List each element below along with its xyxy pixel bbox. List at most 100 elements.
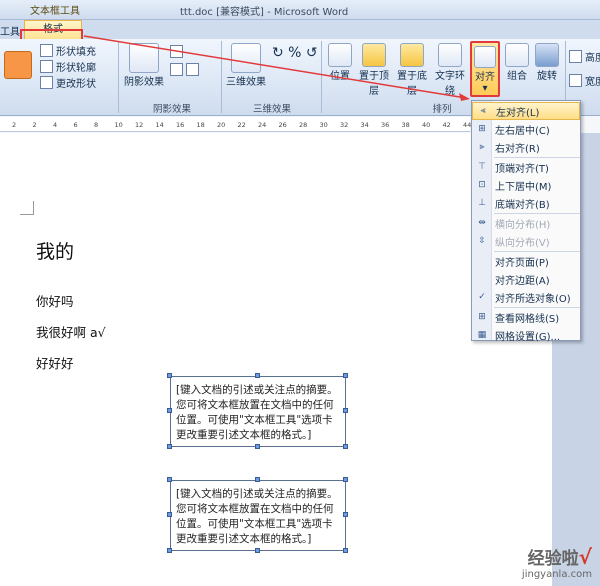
menu-item-align-left[interactable]: ⫷ 左对齐(L)	[472, 102, 580, 120]
menu-item-label: 网格设置(G)...	[495, 331, 561, 343]
resize-handle[interactable]	[343, 373, 348, 378]
rotate-button[interactable]: 旋转	[533, 43, 561, 82]
3d-effects-label: 三维效果	[226, 77, 266, 88]
ribbon-tabs: 工具 格式	[0, 20, 600, 57]
height-icon	[569, 50, 582, 63]
quote-textbox[interactable]: [键入文档的引述或关注点的摘要。您可将文本框放置在文档中的任何位置。可使用"文本…	[170, 480, 346, 551]
align-right-icon: ⫸	[479, 142, 485, 152]
watermark: 经验啦√ jingyanla.com	[522, 544, 592, 580]
menu-item-align-bottom[interactable]: ⊥ 底端对齐(B)	[472, 194, 580, 212]
resize-handle[interactable]	[167, 477, 172, 482]
resize-handle[interactable]	[255, 477, 260, 482]
ruler-tick: 38	[401, 121, 410, 129]
resize-handle[interactable]	[167, 444, 172, 449]
resize-handle[interactable]	[167, 548, 172, 553]
3d-effects-button[interactable]: 三维效果	[226, 43, 266, 88]
ruler-tick: 22	[237, 121, 246, 129]
send-to-back-button[interactable]: 置于底层	[394, 43, 430, 97]
group-label: 组合	[507, 71, 527, 82]
ruler-tick: 16	[176, 121, 185, 129]
document-page[interactable]: 我的 你好吗 我很好啊 a√ 好好好 [键入文档的引述或关注点的摘要。您可将文本…	[0, 133, 552, 586]
resize-handle[interactable]	[343, 477, 348, 482]
menu-item-label: 右对齐(R)	[495, 143, 540, 155]
width-field[interactable]: 宽度	[569, 73, 600, 88]
resize-handle[interactable]	[343, 548, 348, 553]
doc-line[interactable]: 你好吗	[36, 291, 74, 310]
doc-line[interactable]: 我很好啊 a√	[36, 322, 106, 341]
bring-front-label: 置于顶层	[359, 71, 389, 97]
menu-item-align-middle[interactable]: ⊡ 上下居中(M)	[472, 176, 580, 194]
ruler-tick: 12	[135, 121, 144, 129]
ruler-tick: 18	[196, 121, 205, 129]
shape-fill-button[interactable]: 形状填充	[40, 43, 96, 58]
shadow-nudge-controls[interactable]	[170, 45, 183, 58]
chevron-down-icon: ▾	[482, 83, 488, 94]
resize-handle[interactable]	[255, 373, 260, 378]
menu-item-align-center[interactable]: ⊞ 左右居中(C)	[472, 120, 580, 138]
menu-item-grid-settings[interactable]: ▦ 网格设置(G)...	[472, 326, 580, 344]
shadow-nudge-sides[interactable]	[170, 63, 199, 76]
align-dropdown-menu: ⫷ 左对齐(L) ⊞ 左右居中(C) ⫸ 右对齐(R) ⊤ 顶端对齐(T) ⊡ …	[471, 100, 581, 344]
check-icon: √	[578, 545, 592, 569]
resize-handle[interactable]	[343, 512, 348, 517]
group-button[interactable]: 组合	[503, 43, 531, 82]
shadow-effects-label: 阴影效果	[124, 77, 164, 88]
align-button[interactable]: 对齐 ▾	[470, 41, 500, 97]
context-tab-label: 文本框工具	[30, 6, 80, 17]
menu-item-label: 横向分布(H)	[495, 219, 551, 231]
shadow-effects-button[interactable]: 阴影效果	[124, 43, 164, 88]
shadow-group-label: 阴影效果	[152, 104, 191, 115]
resize-handle[interactable]	[343, 444, 348, 449]
resize-handle[interactable]	[255, 444, 260, 449]
tab-tools[interactable]: 工具	[0, 23, 20, 38]
wrap-text-button[interactable]: 文字环绕	[432, 43, 468, 97]
paint-bucket-icon	[40, 44, 53, 57]
ruler-tick: 10	[114, 121, 123, 129]
position-button[interactable]: 位置	[326, 43, 354, 82]
resize-handle[interactable]	[167, 408, 172, 413]
resize-handle[interactable]	[255, 548, 260, 553]
ruler-tick: 20	[217, 121, 226, 129]
gridlines-icon: ⊞	[478, 312, 486, 322]
quote-textbox[interactable]: [键入文档的引述或关注点的摘要。您可将文本框放置在文档中的任何位置。可使用"文本…	[170, 376, 346, 447]
title-bar: 文本框工具 ttt.doc [兼容模式] - Microsoft Word	[0, 0, 600, 20]
shapes-icon	[40, 76, 53, 89]
ruler-tick: 42	[442, 121, 451, 129]
shape-outline-button[interactable]: 形状轮廓	[40, 59, 96, 74]
nudge-right-icon	[186, 63, 199, 76]
menu-item-align-margin[interactable]: 对齐边距(A)	[472, 270, 580, 288]
width-label: 宽度	[585, 77, 600, 88]
height-field[interactable]: 高度	[569, 49, 600, 64]
resize-handle[interactable]	[343, 408, 348, 413]
3d-cube-icon	[231, 43, 261, 73]
ruler-tick: 28	[299, 121, 308, 129]
nudge-left-icon	[170, 63, 183, 76]
change-shape-label: 更改形状	[56, 79, 96, 90]
doc-line[interactable]: 好好好	[36, 353, 74, 372]
bring-to-front-button[interactable]: 置于顶层	[356, 43, 392, 97]
doc-heading[interactable]: 我的	[36, 237, 74, 264]
window-title: ttt.doc [兼容模式] - Microsoft Word	[180, 7, 349, 18]
change-shape-button[interactable]: 更改形状	[40, 75, 96, 90]
shadow-icon	[129, 43, 159, 73]
shape-style-swatch[interactable]	[4, 51, 32, 79]
menu-item-align-right[interactable]: ⫸ 右对齐(R)	[472, 138, 580, 156]
menu-item-align-top[interactable]: ⊤ 顶端对齐(T)	[472, 158, 580, 176]
ruler-tick: 6	[73, 121, 78, 129]
ruler-tick: 2	[12, 121, 17, 129]
menu-item-align-selected[interactable]: ✓ 对齐所选对象(O)	[472, 288, 580, 306]
menu-item-view-gridlines[interactable]: ⊞ 查看网格线(S)	[472, 308, 580, 326]
shape-outline-label: 形状轮廓	[56, 63, 96, 74]
resize-handle[interactable]	[167, 373, 172, 378]
tilt-icon: ↻ % ↺	[272, 45, 318, 61]
watermark-title: 经验啦	[527, 549, 579, 569]
3d-tilt-controls[interactable]: ↻ % ↺	[272, 45, 318, 61]
align-label: 对齐	[475, 72, 495, 83]
horizontal-ruler[interactable]: 2 2 4 6 8 10 12 14 16 18 20 22 24 26 28 30 32 34 36 38 40 42 4…	[0, 117, 471, 132]
menu-item-distribute-horizontal: ⇹ 横向分布(H)	[472, 214, 580, 232]
menu-item-align-page[interactable]: 对齐页面(P)	[472, 252, 580, 270]
ruler-tick: 4	[53, 121, 58, 129]
menu-item-label: 底端对齐(B)	[495, 199, 550, 211]
resize-handle[interactable]	[167, 512, 172, 517]
width-icon	[569, 74, 582, 87]
